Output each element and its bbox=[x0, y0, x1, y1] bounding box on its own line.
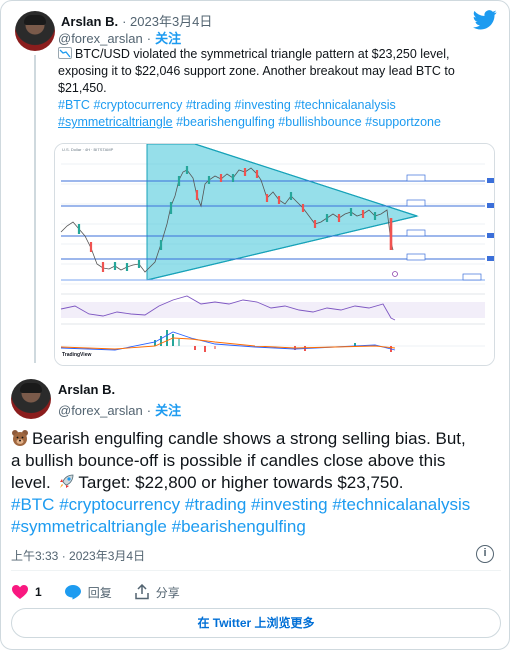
heart-icon bbox=[12, 585, 28, 599]
hashtag-link[interactable]: #technicalanalysis bbox=[294, 98, 395, 112]
hashtag-link[interactable]: #trading bbox=[186, 98, 231, 112]
quoted-author-handle[interactable]: @forex_arslan bbox=[58, 31, 143, 46]
quoted-author-name[interactable]: Arslan B. bbox=[61, 14, 118, 29]
hashtag-link[interactable]: #symmetricaltriangle bbox=[11, 517, 167, 536]
action-bar: 1 回复 分享 bbox=[11, 581, 202, 603]
main-follow-button[interactable]: 关注 bbox=[155, 400, 181, 419]
quoted-follow-button[interactable]: 关注 bbox=[155, 28, 181, 47]
main-handle-row: @forex_arslan · 关注 bbox=[58, 400, 181, 419]
main-hashtag-row-2: #symmetricaltriangle #bearishengulfing bbox=[11, 516, 501, 538]
hashtag-link[interactable]: #cryptocurrency bbox=[59, 495, 180, 514]
tradingview-brand-label: TradingView bbox=[62, 352, 92, 358]
quoted-text-line-2: exposing it to $22,046 support zone. Ano… bbox=[58, 64, 455, 78]
like-count: 1 bbox=[35, 585, 42, 599]
hashtag-link[interactable]: #investing bbox=[251, 495, 328, 514]
chart-header-label: U.S. Dollar · 4H · BITSTAMP bbox=[62, 147, 114, 152]
main-tweet-body: Bearish engulfing candle shows a strong … bbox=[11, 428, 501, 538]
rocket-emoji bbox=[58, 473, 75, 490]
main-text-line-1: Bearish engulfing candle shows a strong … bbox=[11, 428, 501, 450]
quoted-text-line-1: BTC/USD violated the symmetrical triangl… bbox=[58, 46, 498, 63]
hashtag-link[interactable]: #bullishbounce bbox=[278, 115, 361, 129]
main-text-line-3: level. Target: $22,800 or higher towards… bbox=[11, 473, 404, 492]
main-text-line-2: a bullish bounce-off is possible if cand… bbox=[11, 451, 446, 470]
quoted-text-line-3: $21,450. bbox=[58, 81, 107, 95]
quoted-author-avatar[interactable] bbox=[15, 11, 55, 51]
main-author-handle[interactable]: @forex_arslan bbox=[58, 403, 143, 418]
hashtag-link[interactable]: #technicalanalysis bbox=[332, 495, 470, 514]
tweet-embed-card: Arslan B. · 2023年3月4日 @forex_arslan · 关注… bbox=[0, 0, 510, 650]
main-author-avatar[interactable] bbox=[11, 379, 51, 419]
share-label: 分享 bbox=[155, 585, 180, 600]
view-more-on-twitter-button[interactable]: 在 Twitter 上浏览更多 bbox=[11, 608, 501, 638]
share-button[interactable]: 分享 bbox=[134, 584, 180, 601]
tweet-timestamp[interactable]: 上午3:33 · 2023年3月4日 bbox=[11, 547, 145, 564]
hashtag-link[interactable]: #symmetricaltriangle bbox=[58, 115, 173, 129]
hashtag-link[interactable]: #bearishengulfing bbox=[172, 517, 306, 536]
quoted-hashtag-row-1: #BTC #cryptocurrency #trading #investing… bbox=[58, 97, 498, 114]
divider bbox=[11, 570, 501, 571]
hashtag-link[interactable]: #bearishengulfing bbox=[176, 115, 275, 129]
reply-bubble-icon bbox=[64, 585, 81, 600]
main-author-row: Arslan B. bbox=[58, 382, 115, 397]
hashtag-link[interactable]: #trading bbox=[185, 495, 246, 514]
twitter-bird-icon[interactable] bbox=[473, 10, 497, 30]
thread-connector-line bbox=[34, 55, 36, 363]
like-button[interactable]: 1 bbox=[11, 584, 42, 600]
quoted-follow-separator: · bbox=[146, 31, 152, 46]
hashtag-link[interactable]: #cryptocurrency bbox=[93, 98, 182, 112]
bear-emoji bbox=[11, 429, 29, 446]
hashtag-link[interactable]: #supportzone bbox=[365, 115, 441, 129]
hashtag-link[interactable]: #BTC bbox=[58, 98, 90, 112]
tradingview-chart-picture bbox=[55, 144, 494, 365]
chart-decreasing-emoji bbox=[58, 47, 72, 59]
main-follow-separator: · bbox=[146, 403, 152, 418]
share-icon bbox=[134, 584, 149, 600]
reply-button[interactable]: 回复 bbox=[64, 584, 112, 601]
main-author-name[interactable]: Arslan B. bbox=[58, 382, 115, 397]
main-hashtag-row-1: #BTC #cryptocurrency #trading #investing… bbox=[11, 494, 501, 516]
chart-image[interactable]: U.S. Dollar · 4H · BITSTAMP TradingView bbox=[54, 143, 495, 366]
reply-label: 回复 bbox=[87, 585, 112, 600]
hashtag-link[interactable]: #investing bbox=[235, 98, 291, 112]
info-icon[interactable]: i bbox=[476, 545, 494, 563]
quoted-tweet-body: BTC/USD violated the symmetrical triangl… bbox=[58, 46, 498, 131]
quoted-handle-row: @forex_arslan · 关注 bbox=[58, 28, 181, 47]
hashtag-link[interactable]: #BTC bbox=[11, 495, 54, 514]
quoted-hashtag-row-2: #symmetricaltriangle #bearishengulfing #… bbox=[58, 114, 498, 131]
